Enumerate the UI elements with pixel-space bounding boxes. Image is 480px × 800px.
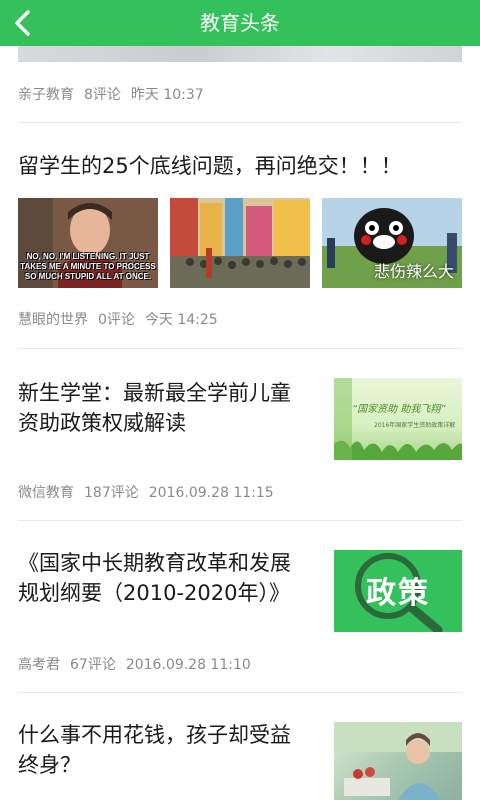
article-image[interactable] [170,198,310,288]
article-image[interactable]: 悲伤辣么大 [322,198,462,288]
article-time: 2016.09.28 11:10 [125,657,251,673]
article-comments: 0评论 [98,312,135,328]
article-title[interactable]: 留学生的25个底线问题，再问绝交！！！ [18,151,462,181]
article-meta: 慧眼的世界 0评论 今天 14:25 [18,309,228,329]
article-source: 慧眼的世界 [18,312,88,328]
divider [18,692,462,693]
meme-caption: NO, NO, I'M LISTENING. IT JUST TAKES ME … [20,252,156,281]
article-comments: 67评论 [70,657,116,673]
article-source: 亲子教育 [18,87,74,103]
thumb-subtitle: 2016年国家学生资助政策详解 [374,422,456,429]
article-time: 2016.09.28 11:15 [148,485,274,501]
child-reading-image [334,722,462,800]
article-time: 昨天 10:37 [130,87,204,103]
article-source: 高考君 [18,657,60,673]
article-meta: 高考君 67评论 2016.09.28 11:10 [18,654,261,674]
article-source: 微信教育 [18,485,74,501]
article-title[interactable]: 什么事不用花钱，孩子却受益终身？ [18,720,310,780]
news-feed[interactable]: 亲子教育 8评论 昨天 10:37 留学生的25个底线问题，再问绝交！！！ NO, … [0,46,480,800]
page-title: 教育头条 [200,11,280,35]
divider [18,348,462,349]
article-meta: 微信教育 187评论 2016.09.28 11:15 [18,482,284,502]
divider [18,122,462,123]
article-image[interactable]: NO, NO, I'M LISTENING. IT JUST TAKES ME … [18,198,158,288]
thumb-policy-text: 政策 [366,576,430,611]
image-caption: 悲伤辣么大 [373,262,454,281]
article-comments: 8评论 [84,87,121,103]
divider [18,520,462,521]
article-time: 今天 14:25 [144,312,218,328]
article-image[interactable]: “国家资助 助我飞翔” 2016年国家学生资助政策详解 [334,378,462,460]
article-title[interactable]: 新生学堂：最新最全学前儿童资助政策权威解读 [18,378,310,438]
article-comments: 187评论 [84,485,139,501]
article-image[interactable] [18,46,462,62]
article-title[interactable]: 《国家中长期教育改革和发展规划纲要（2010-2020年）》 [18,548,310,608]
article-image[interactable] [334,722,462,800]
article-image[interactable]: 政策 [334,550,462,632]
grass-decoration [334,378,462,460]
thumb-slogan: “国家资助 助我飞翔” [352,404,446,415]
top-bar: 教育头条 [0,0,480,46]
article-meta: 亲子教育 8评论 昨天 10:37 [18,84,214,104]
crowd-street-image [170,198,310,288]
